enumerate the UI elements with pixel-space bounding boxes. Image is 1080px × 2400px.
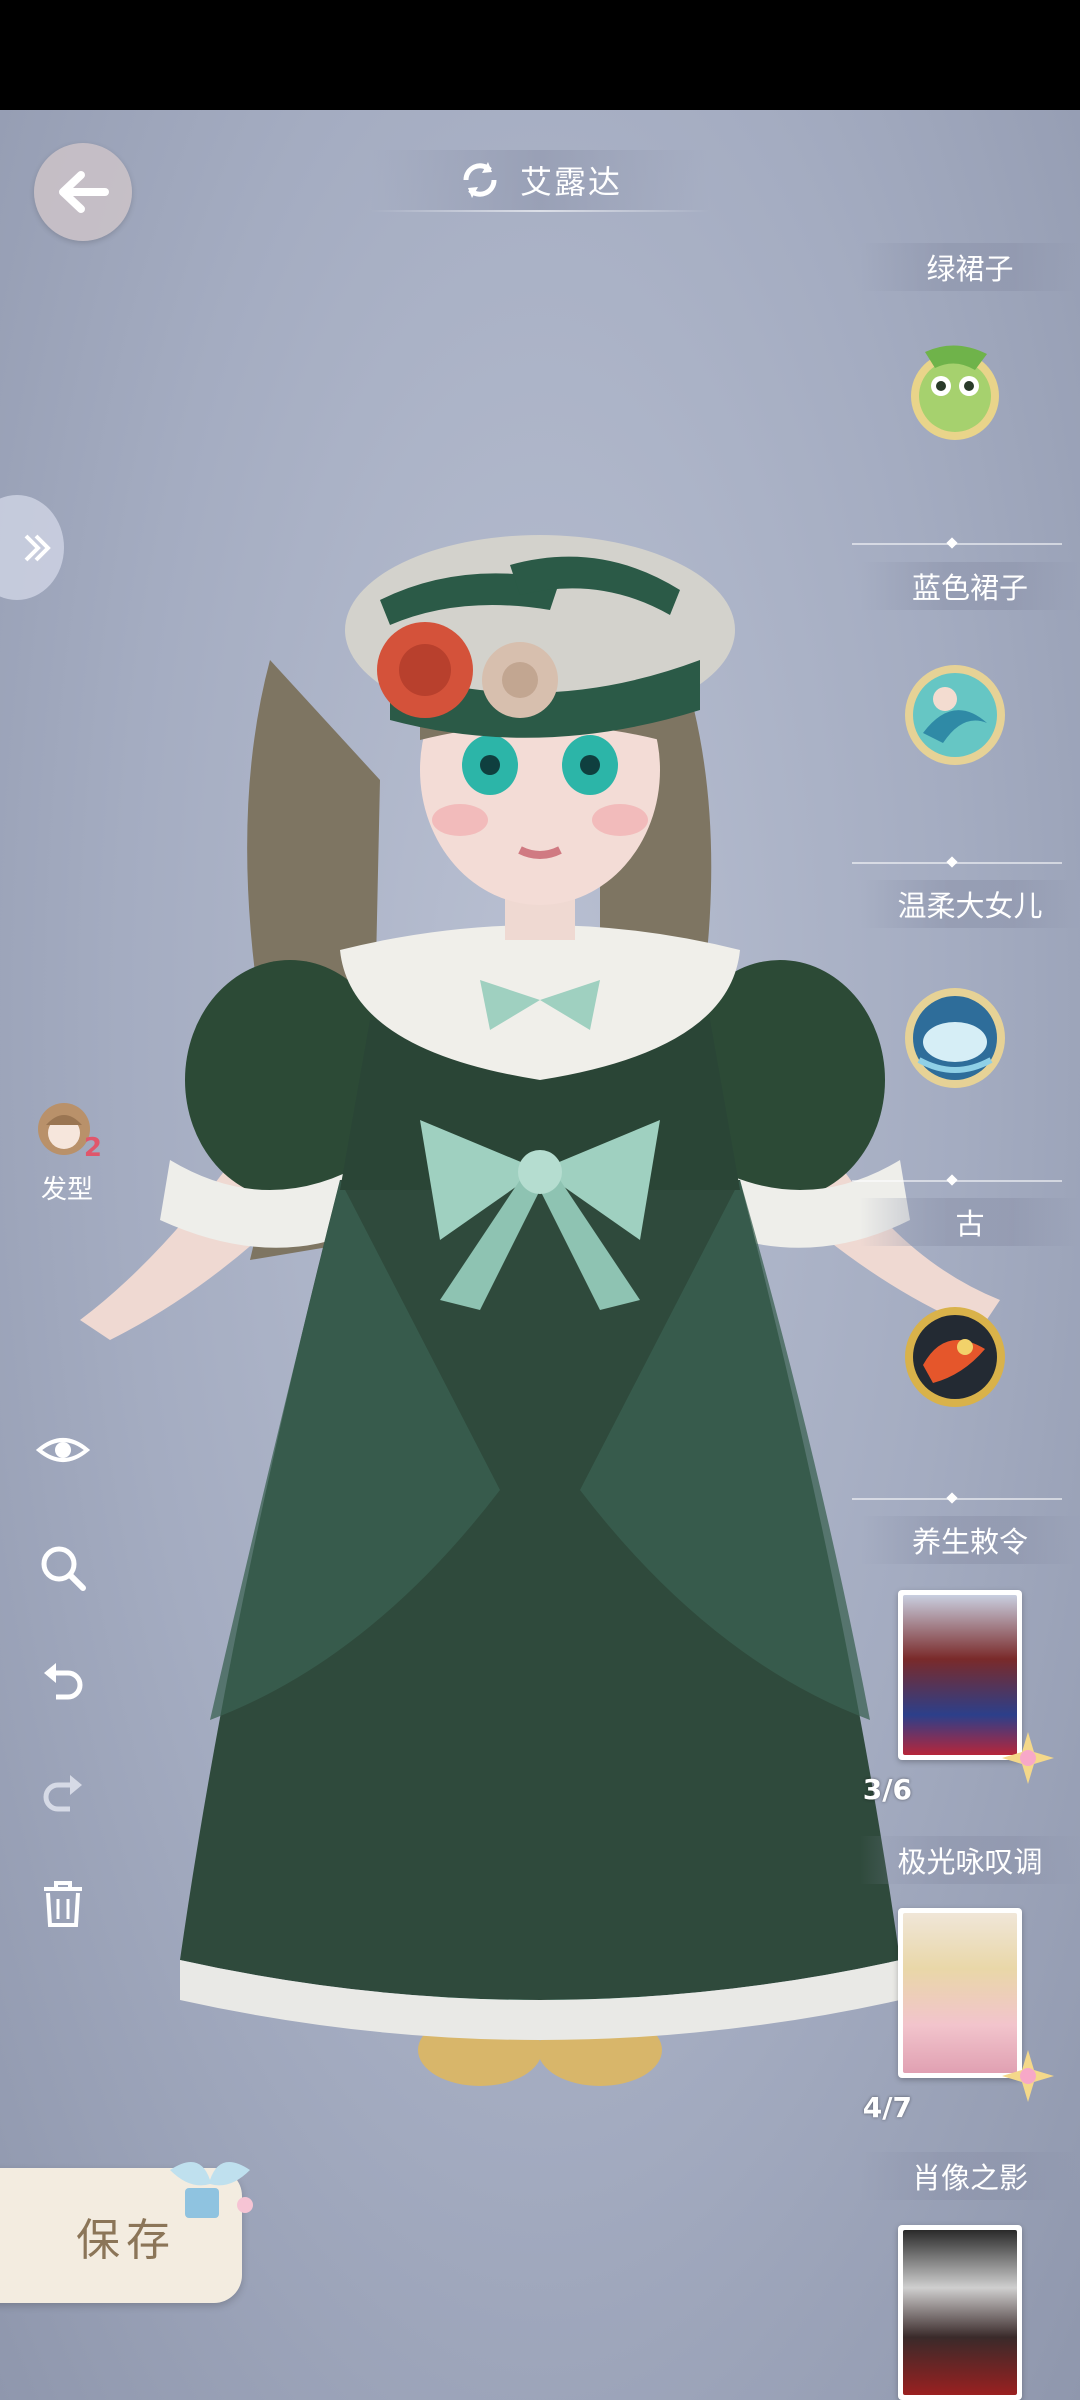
status-bar (0, 0, 1080, 110)
collection-label-5[interactable]: 养生敕令 (860, 1516, 1080, 1564)
character-name: 艾露达 (519, 163, 622, 201)
collection-label-2[interactable]: 蓝色裙子 (860, 562, 1080, 610)
koi-badge-icon (905, 1307, 1005, 1407)
double-chevron-right-icon (24, 534, 51, 561)
back-button[interactable] (34, 143, 132, 241)
collection-label-1[interactable]: 绿裙子 (860, 243, 1080, 291)
mermaid-badge-icon (905, 665, 1005, 765)
frog-badge-icon (911, 345, 999, 440)
outfit-card-3[interactable] (898, 2225, 1022, 2400)
hairstyle-count-badge: 2 (83, 1133, 102, 1163)
back-arrow-icon (59, 171, 109, 213)
undo-button[interactable] (33, 1652, 93, 1712)
collection-label-4[interactable]: 古 (860, 1198, 1080, 1246)
undo-icon (44, 1663, 83, 1700)
magnifier-icon (41, 1546, 86, 1591)
redo-icon (43, 1775, 82, 1812)
collection-label-7[interactable]: 肖像之影 (860, 2152, 1080, 2200)
collection-divider (852, 1498, 1062, 1500)
whale-badge-icon (905, 988, 1005, 1088)
eye-icon (35, 1438, 91, 1462)
collection-divider (852, 862, 1062, 864)
trash-icon (44, 1881, 82, 1927)
collection-badge-4[interactable] (890, 1292, 1020, 1422)
zoom-button[interactable] (33, 1538, 93, 1598)
sparkle-icon (1002, 2050, 1054, 2102)
outfit-thumbnail (903, 2230, 1017, 2395)
toggle-visibility-button[interactable] (33, 1420, 93, 1480)
ribbon-decoration-icon (170, 2162, 253, 2218)
collection-label-6[interactable]: 极光咏叹调 (860, 1836, 1080, 1884)
collection-badge-2[interactable] (890, 650, 1020, 780)
character-name-bar[interactable]: 艾露达 (370, 150, 710, 210)
sparkle-icon (1002, 1732, 1054, 1784)
collection-progress: 3/6 (862, 1773, 912, 1806)
title-underline (370, 210, 710, 212)
collection-badge-1[interactable] (890, 325, 1020, 455)
character-model (80, 535, 1000, 2086)
switch-character-icon[interactable] (458, 158, 502, 202)
collection-label-3[interactable]: 温柔大女儿 (860, 880, 1080, 928)
delete-button[interactable] (33, 1874, 93, 1934)
collection-progress: 4/7 (862, 2091, 912, 2124)
collection-badge-3[interactable] (890, 973, 1020, 1103)
redo-button[interactable] (33, 1764, 93, 1824)
hairstyle-button[interactable]: 2 发型 (22, 1095, 112, 1206)
hairstyle-label: 发型 (40, 1175, 93, 1205)
collection-divider (852, 543, 1062, 545)
collection-divider (852, 1180, 1062, 1182)
